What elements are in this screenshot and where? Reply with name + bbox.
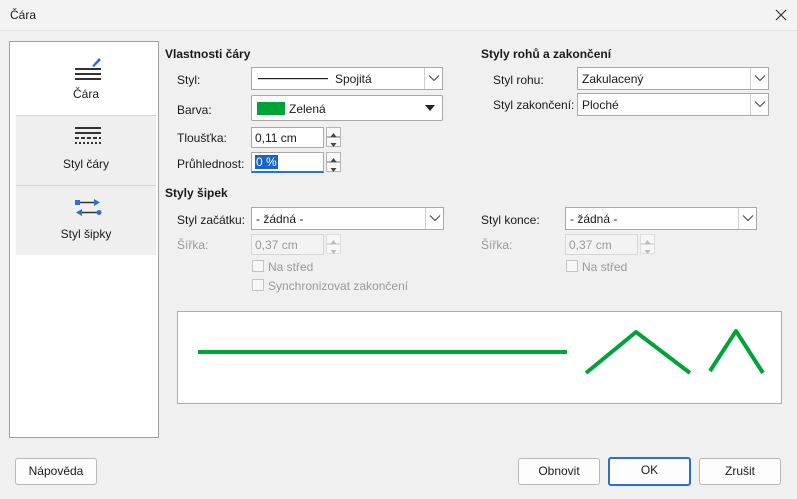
transparency-label: Průhlednost: bbox=[177, 157, 245, 171]
line-width-input[interactable]: 0,11 cm bbox=[251, 127, 324, 148]
corner-style-value: Zakulacený bbox=[582, 72, 644, 86]
reset-button[interactable]: Obnovit bbox=[518, 458, 600, 485]
spin-down[interactable] bbox=[326, 137, 341, 147]
arrow-end-width-value: 0,37 cm bbox=[569, 238, 612, 252]
spin-up[interactable] bbox=[326, 127, 341, 137]
arrow-start-value: - žádná - bbox=[256, 212, 304, 226]
line-color-value: Zelená bbox=[289, 102, 326, 116]
arrow-start-width-spinner[interactable] bbox=[326, 234, 341, 255]
close-button[interactable] bbox=[770, 4, 792, 26]
sync-ends-label: Synchronizovat zakončení bbox=[268, 279, 409, 293]
sync-ends-checkbox[interactable] bbox=[252, 279, 264, 291]
line-width-spinner[interactable] bbox=[326, 127, 341, 148]
arrow-start-width-value: 0,37 cm bbox=[255, 238, 298, 252]
dropdown-button[interactable] bbox=[425, 208, 443, 229]
sidebar-item-label: Styl šipky bbox=[60, 227, 112, 241]
window-title: Čára bbox=[10, 8, 37, 22]
transparency-value: 0 % bbox=[255, 155, 278, 169]
line-color-select[interactable]: Zelená bbox=[251, 95, 443, 121]
sidebar-item-arrow-style[interactable]: Styl šipky bbox=[16, 186, 156, 255]
arrow-start-select[interactable]: - žádná - bbox=[251, 207, 444, 230]
spin-down[interactable] bbox=[326, 162, 341, 172]
caret-down-icon bbox=[425, 105, 435, 111]
arrow-start-width-input[interactable]: 0,37 cm bbox=[251, 234, 324, 255]
spin-down[interactable] bbox=[326, 244, 341, 254]
dropdown-button[interactable] bbox=[738, 208, 756, 229]
close-icon bbox=[775, 9, 787, 21]
line-width-value: 0,11 cm bbox=[255, 131, 297, 145]
end-width-label: Šířka: bbox=[481, 238, 513, 252]
cap-style-label: Styl zakončení: bbox=[493, 98, 575, 112]
arrow-end-width-input[interactable]: 0,37 cm bbox=[565, 234, 638, 255]
start-center-label: Na střed bbox=[268, 260, 314, 274]
sidebar-item-line-style[interactable]: Styl čáry bbox=[16, 116, 156, 185]
line-icon bbox=[75, 58, 101, 80]
arrow-end-width-spinner[interactable] bbox=[640, 234, 655, 255]
style-label: Styl: bbox=[177, 73, 201, 87]
title-bar: Čára bbox=[0, 0, 797, 31]
sidebar-item-label: Styl čáry bbox=[62, 157, 109, 171]
line-style-value: Spojitá bbox=[335, 72, 372, 86]
cap-style-select[interactable]: Ploché bbox=[577, 93, 769, 116]
end-style-label: Styl konce: bbox=[481, 213, 540, 227]
dropdown-button[interactable] bbox=[750, 68, 768, 89]
chevron-down-icon bbox=[742, 215, 754, 222]
cap-style-value: Ploché bbox=[582, 98, 619, 112]
line-style-select[interactable]: Spojitá bbox=[251, 67, 443, 90]
start-center-checkbox[interactable] bbox=[252, 260, 264, 272]
arrow-style-icon bbox=[75, 199, 102, 216]
corner-style-select[interactable]: Zakulacený bbox=[577, 67, 769, 90]
chevron-down-icon bbox=[428, 75, 440, 82]
transparency-input[interactable]: 0 % bbox=[251, 152, 324, 173]
spin-up[interactable] bbox=[326, 152, 341, 162]
dropdown-button[interactable] bbox=[424, 68, 442, 89]
sidebar-item-label: Čára bbox=[72, 87, 99, 101]
spin-up[interactable] bbox=[326, 234, 341, 244]
color-label: Barva: bbox=[177, 103, 212, 117]
spin-down[interactable] bbox=[640, 244, 655, 254]
spin-up[interactable] bbox=[640, 234, 655, 244]
start-width-label: Šířka: bbox=[177, 238, 209, 252]
cancel-button[interactable]: Zrušit bbox=[699, 458, 781, 485]
arrow-end-value: - žádná - bbox=[570, 212, 618, 226]
chevron-down-icon bbox=[754, 101, 766, 108]
width-label: Tloušťka: bbox=[177, 131, 227, 145]
ok-button[interactable]: OK bbox=[608, 457, 691, 486]
end-center-checkbox[interactable] bbox=[566, 260, 578, 272]
start-style-label: Styl začátku: bbox=[177, 213, 246, 227]
preview-drawing bbox=[198, 329, 765, 375]
color-swatch bbox=[257, 102, 285, 115]
arrow-end-select[interactable]: - žádná - bbox=[565, 207, 757, 230]
help-button[interactable]: Nápověda bbox=[15, 458, 97, 485]
solid-line-preview bbox=[258, 78, 328, 80]
sidebar: Čára Styl čáry Styl šipky bbox=[9, 41, 159, 438]
dropdown-button[interactable] bbox=[750, 94, 768, 115]
line-style-icon bbox=[75, 127, 101, 144]
chevron-down-icon bbox=[754, 75, 766, 82]
line-props-heading: Vlastnosti čáry bbox=[165, 47, 251, 61]
transparency-spinner[interactable] bbox=[326, 152, 341, 173]
arrows-heading: Styly šipek bbox=[165, 186, 228, 200]
sidebar-item-line[interactable]: Čára bbox=[16, 46, 156, 115]
line-preview bbox=[177, 311, 782, 404]
corner-style-label: Styl rohu: bbox=[493, 73, 544, 87]
end-center-label: Na střed bbox=[582, 260, 628, 274]
corners-heading: Styly rohů a zakončení bbox=[481, 47, 612, 61]
chevron-down-icon bbox=[429, 215, 441, 222]
